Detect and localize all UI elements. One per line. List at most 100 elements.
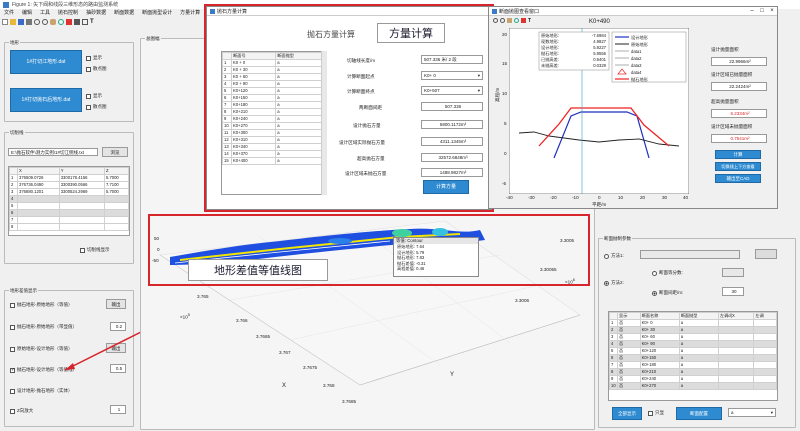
table-row[interactable]: 7 — [9, 216, 129, 224]
show-all-button[interactable]: 全部显示 — [612, 407, 642, 420]
load-terrain-1-button[interactable]: 1#打切江地形.dat — [10, 50, 82, 74]
table-row[interactable]: 7 否 K0+180 a — [609, 361, 777, 369]
cell: 7 — [609, 361, 618, 369]
checkbox[interactable] — [86, 93, 91, 99]
table-row[interactable]: 8 — [9, 223, 129, 231]
radio[interactable] — [652, 290, 657, 296]
radio[interactable] — [652, 270, 657, 276]
zoom-out-icon[interactable] — [42, 19, 48, 25]
table-row[interactable]: 5 否 K0+120 a — [609, 347, 777, 355]
checkbox[interactable] — [648, 410, 653, 416]
distance-input[interactable]: 30 — [722, 287, 744, 296]
rotate-icon[interactable] — [514, 18, 519, 23]
close-icon[interactable]: × — [767, 7, 777, 16]
zoom-in-icon[interactable] — [34, 19, 40, 25]
thrown-area-field[interactable]: 22.2424m² — [711, 82, 767, 91]
checkbox[interactable] — [86, 55, 91, 61]
insert-icon[interactable] — [82, 19, 88, 25]
table-row[interactable]: 2 376736.0490 3300390.0566 7.7100 — [9, 181, 129, 189]
cut-line-table[interactable]: XYZ 1 376509.0726 3300178.4156 5.7000 2 3767… — [8, 166, 130, 236]
menu-section-design[interactable]: 断面抛型设计 — [138, 9, 176, 17]
checkbox[interactable] — [80, 247, 85, 253]
checkbox[interactable] — [86, 66, 91, 72]
menu-file[interactable]: 文件 — [0, 9, 18, 17]
table-row[interactable]: 3 否 K0+ 60 a — [609, 333, 777, 341]
zoom-in-icon[interactable] — [493, 18, 498, 23]
maximize-icon[interactable]: □ — [757, 7, 767, 16]
section-table[interactable]: 显示 断面名称 断面抛型 左调d(X 左调 1 否 K0+ 0a 2 否 K0+ 30 a 3否K… — [608, 311, 778, 401]
menu-rock-control[interactable]: 抛石控制 — [54, 9, 82, 17]
menu-section-data[interactable]: 断面数据 — [110, 9, 138, 17]
table-row[interactable]: 3 376880.1201 3300524.2969 5.7000 — [9, 188, 129, 196]
checkbox[interactable] — [86, 104, 91, 110]
checkbox[interactable] — [10, 324, 15, 330]
diff-option-5[interactable]: 设计地形-抛石地形（实体） — [10, 388, 73, 394]
over-area-field[interactable]: 6.2334m² — [711, 109, 767, 118]
method-1-button[interactable] — [755, 249, 777, 259]
method-1-radio[interactable]: 方法1: — [604, 253, 624, 259]
table-row[interactable]: 5 — [9, 202, 129, 210]
distance-radio[interactable]: 断面间距/m: — [652, 290, 683, 296]
equal-div-radio[interactable]: 断面等分数: — [652, 270, 683, 276]
cut-line-path-input[interactable]: E:\抛石软件\测力实例\1#切江侧线.txt — [8, 148, 98, 156]
export-cad-button[interactable]: 输出至CAD — [715, 174, 761, 183]
compute-button[interactable]: 计算 — [715, 150, 761, 159]
design-area-field[interactable]: 22.9966m² — [711, 57, 767, 66]
datacursor-icon[interactable] — [66, 19, 72, 25]
equal-div-input[interactable] — [722, 268, 744, 277]
menu-edit[interactable]: 编辑 — [18, 9, 36, 17]
table-row[interactable]: 6 — [9, 209, 129, 217]
datacursor-icon[interactable] — [521, 18, 526, 23]
rotate-icon[interactable] — [58, 19, 64, 25]
method-2-radio[interactable]: 方法2: — [604, 280, 624, 286]
table-row[interactable]: 1 否 K0+ 0a — [609, 319, 777, 327]
checkbox[interactable] — [10, 346, 15, 352]
open-icon[interactable] — [10, 19, 16, 25]
z-scale-value[interactable]: 1 — [110, 405, 126, 414]
show-terrain-1[interactable]: 显示 — [86, 55, 102, 61]
unthrown-area-field[interactable]: 0.7541m² — [711, 134, 767, 143]
table-row[interactable]: 8 否 K0+210 a — [609, 368, 777, 376]
table-row[interactable]: 9 否 K0+240 a — [609, 375, 777, 383]
menu-volume[interactable]: 方量计算 — [176, 9, 204, 17]
table-row[interactable]: 2 否 K0+ 30 a — [609, 326, 777, 334]
toggle-view-button[interactable]: 切换线上下方查看 — [715, 162, 761, 171]
section-type-select[interactable]: a ▾ — [728, 408, 776, 417]
section-legend-box — [611, 31, 687, 83]
table-row[interactable]: 1 376509.0726 3300178.4156 5.7000 — [9, 174, 129, 182]
brush-icon[interactable] — [74, 19, 80, 25]
browse-button[interactable]: 浏览 — [102, 147, 128, 157]
checkbox[interactable] — [10, 388, 15, 394]
only-show-checkbox[interactable]: 只显 — [648, 410, 664, 416]
output-button-1[interactable]: 输出 — [106, 299, 126, 309]
table-row[interactable]: 4 — [9, 195, 129, 203]
points-terrain-2[interactable]: 散点图 — [86, 104, 107, 110]
show-terrain-2[interactable]: 显示 — [86, 93, 102, 99]
z-scale-option[interactable]: Z向放大 — [10, 408, 33, 414]
new-icon[interactable] — [2, 19, 8, 25]
points-terrain-1[interactable]: 散点图 — [86, 66, 107, 72]
menu-sand-data[interactable]: 抽砂数据 — [82, 9, 110, 17]
print-icon[interactable] — [26, 19, 32, 25]
minimize-icon[interactable]: – — [747, 7, 757, 16]
pan-icon[interactable] — [507, 18, 512, 23]
text-icon[interactable]: T — [528, 18, 531, 24]
table-row[interactable]: 10 否 K0+270 a — [609, 382, 777, 390]
table-row[interactable]: 4 否 K0+ 90 a — [609, 340, 777, 348]
menu-tools[interactable]: 工具 — [36, 9, 54, 17]
cut-line-show[interactable]: 切削线显示 — [80, 247, 110, 253]
checkbox[interactable]: ✓ — [10, 367, 15, 373]
pan-icon[interactable] — [50, 19, 56, 25]
checkbox[interactable] — [10, 408, 15, 414]
radio[interactable] — [604, 253, 609, 259]
table-row[interactable]: 6 否 K0+150 a — [609, 354, 777, 362]
method-1-input[interactable] — [640, 250, 740, 259]
zoom-out-icon[interactable] — [500, 18, 505, 23]
text-icon[interactable]: T — [90, 19, 94, 25]
save-icon[interactable] — [18, 19, 24, 25]
radio[interactable] — [604, 280, 609, 286]
diff-option-1[interactable]: 抛石地形-原始地形（等值） — [10, 302, 73, 308]
section-config-button[interactable]: 断面配置 — [676, 407, 722, 420]
load-terrain-2-button[interactable]: 1#打切抛石后地形.dat — [10, 88, 82, 112]
checkbox[interactable] — [10, 302, 15, 308]
